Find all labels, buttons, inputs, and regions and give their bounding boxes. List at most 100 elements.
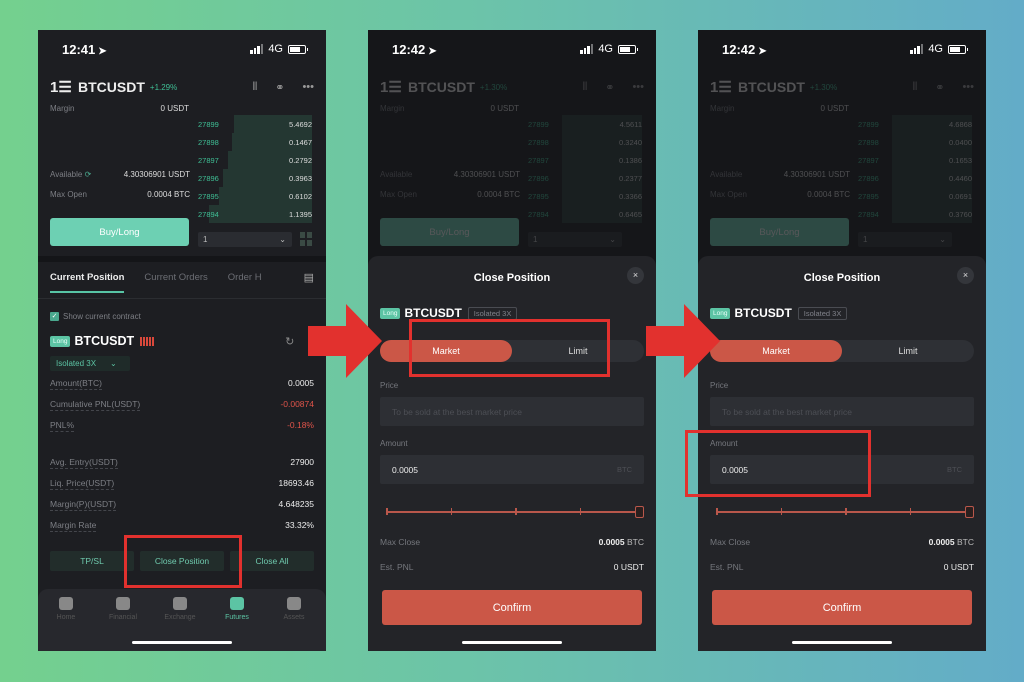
amount-unit: BTC — [617, 465, 632, 474]
amount-value: 0.0005 — [392, 464, 418, 475]
home-indicator — [462, 641, 562, 644]
confirm-button[interactable]: Confirm — [712, 590, 972, 625]
order-book: 27899 5.4692 27898 0.1467 27897 0.2792 27896 0.… — [198, 115, 312, 223]
depth-select[interactable]: 1 ⌄ — [198, 232, 292, 247]
symbol-title[interactable]: BTCUSDT — [78, 79, 145, 95]
highlight-order-type — [409, 319, 610, 377]
share-icon[interactable]: ↻ — [285, 335, 294, 348]
orderbook-row[interactable]: 27896 0.2377 — [528, 169, 642, 187]
tp-sl-button[interactable]: TP/SL — [50, 551, 134, 571]
close-icon[interactable]: × — [627, 267, 644, 284]
amount-input[interactable]: 0.0005 BTC — [380, 455, 644, 484]
show-current-contract-checkbox[interactable]: ✓ Show current contract — [50, 312, 141, 321]
max-open-label: Max Open — [50, 190, 87, 199]
tab-order-history[interactable]: Order H — [228, 272, 262, 293]
confirm-button[interactable]: Confirm — [382, 590, 642, 625]
tab-current-orders[interactable]: Current Orders — [144, 272, 207, 293]
orderbook-qty: 0.3240 — [619, 137, 642, 147]
symbol-title: BTCUSDT — [738, 79, 805, 95]
status-bar: 12:42 ➤ 4G — [698, 40, 986, 60]
slider-thumb[interactable] — [965, 506, 974, 518]
field-value: 27900 — [290, 457, 314, 467]
tab-futures[interactable]: Futures — [209, 597, 265, 621]
orderbook-price: 27899 — [198, 119, 219, 129]
orderbook-qty: 0.1653 — [949, 155, 972, 165]
slider-tick — [716, 508, 718, 515]
sheet-title: Close Position — [803, 272, 881, 284]
tab-financial[interactable]: Financial — [95, 597, 151, 621]
price-change: +1.30% — [809, 82, 838, 92]
tab-exchange[interactable]: Exchange — [152, 597, 208, 621]
long-badge: Long — [380, 307, 401, 319]
available-label: Available — [50, 170, 83, 179]
highlight-close-position — [124, 535, 242, 588]
max-close-row: Max Close 0.0005 BTC — [380, 537, 644, 547]
orderbook-row[interactable]: 27894 0.6465 — [528, 205, 642, 223]
layout-grid-icon[interactable] — [300, 232, 312, 246]
position-field: Margin Rate 33.32% — [50, 520, 314, 532]
tab-assets[interactable]: Assets — [266, 597, 322, 621]
orderbook-row[interactable]: 27899 5.4692 — [198, 115, 312, 133]
margin-label: Margin — [380, 104, 405, 113]
margin-value: 0 USDT — [820, 104, 849, 113]
amount-slider[interactable] — [716, 506, 974, 518]
max-open-value: 0.0004 BTC — [147, 190, 190, 199]
phone-screen-3: 12:42 ➤ 4G 1☰ BTCUSDT +1.30% ⫴ ⚭ ••• Margin… — [698, 30, 986, 651]
orderbook-price: 27899 — [858, 119, 879, 129]
orderbook-row[interactable]: 27896 0.4460 — [858, 169, 972, 187]
section-divider — [38, 256, 326, 262]
sheet-position-header: Long BTCUSDT Isolated 3X — [380, 306, 518, 320]
orderbook-row[interactable]: 27897 0.1386 — [528, 151, 642, 169]
link-icon[interactable]: ⚭ — [275, 81, 284, 94]
document-icon[interactable]: ▤ — [304, 271, 314, 284]
orderbook-row[interactable]: 27894 1.1395 — [198, 205, 312, 223]
position-field: PNL% -0.18% — [50, 420, 314, 432]
tab-home[interactable]: Home — [38, 597, 94, 621]
candlestick-icon[interactable]: ⫴ — [253, 81, 258, 94]
close-all-button[interactable]: Close All — [230, 551, 314, 571]
field-value: -0.18% — [287, 420, 314, 430]
price-input[interactable]: To be sold at the best market price — [710, 397, 974, 426]
est-pnl-value: 0 USDT — [943, 562, 974, 572]
orderbook-row[interactable]: 27898 0.0400 — [858, 133, 972, 151]
orderbook-row[interactable]: 27899 4.6868 — [858, 115, 972, 133]
network-label: 4G — [928, 43, 943, 55]
orderbook-row[interactable]: 27897 0.2792 — [198, 151, 312, 169]
margin-mode-dropdown[interactable]: Isolated 3X ⌄ — [50, 356, 130, 371]
max-close-unit: BTC — [627, 537, 644, 547]
sheet-symbol: BTCUSDT — [734, 306, 792, 320]
orderbook-price: 27897 — [858, 155, 879, 165]
price-input[interactable]: To be sold at the best market price — [380, 397, 644, 426]
market-option[interactable]: Market — [710, 340, 842, 362]
orderbook-row[interactable]: 27895 0.0691 — [858, 187, 972, 205]
orderbook-row[interactable]: 27899 4.5611 — [528, 115, 642, 133]
orderbook-row[interactable]: 27898 0.3240 — [528, 133, 642, 151]
orderbook-row[interactable]: 27895 0.3366 — [528, 187, 642, 205]
position-symbol: BTCUSDT — [74, 334, 135, 348]
orderbook-qty: 0.1467 — [289, 137, 312, 147]
orderbook-qty: 0.6465 — [619, 209, 642, 219]
clock: 12:41 — [62, 42, 96, 57]
orderbook-price: 27898 — [198, 137, 219, 147]
close-icon[interactable]: × — [957, 267, 974, 284]
buy-long-button[interactable]: Buy/Long — [50, 218, 189, 246]
orderbook-row[interactable]: 27895 0.6102 — [198, 187, 312, 205]
orderbook-row[interactable]: 27898 0.1467 — [198, 133, 312, 151]
orderbook-qty: 0.0400 — [949, 137, 972, 147]
max-open-label: Max Open — [710, 190, 747, 199]
orderbook-row[interactable]: 27897 0.1653 — [858, 151, 972, 169]
tab-current-position[interactable]: Current Position — [50, 272, 125, 293]
more-icon[interactable]: ••• — [302, 81, 314, 94]
orderbook-row[interactable]: 27896 0.3963 — [198, 169, 312, 187]
menu-icon[interactable]: 1☰ — [50, 78, 74, 96]
slider-thumb[interactable] — [635, 506, 644, 518]
amount-unit: BTC — [947, 465, 962, 474]
orderbook-price: 27896 — [528, 173, 549, 183]
slider-tick — [909, 508, 911, 515]
slider-tick — [845, 508, 847, 515]
orderbook-row[interactable]: 27894 0.3760 — [858, 205, 972, 223]
limit-option[interactable]: Limit — [842, 340, 974, 362]
amount-slider[interactable] — [386, 506, 644, 518]
transfer-icon[interactable]: ⟳ — [85, 170, 92, 179]
max-open-value: 0.0004 BTC — [477, 190, 520, 199]
